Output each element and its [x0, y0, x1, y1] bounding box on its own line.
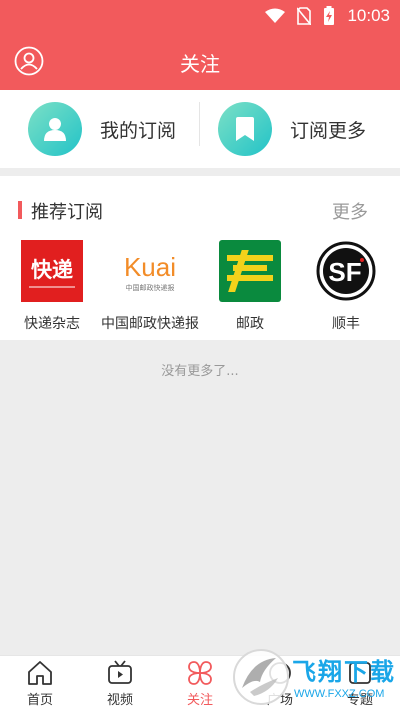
status-time: 10:03 [347, 6, 390, 25]
sf-logo-text: SF [328, 257, 361, 287]
divider [199, 102, 200, 146]
watermark-text: 飞翔下载 [292, 658, 396, 686]
subscription-row: 我的订阅 订阅更多 [0, 90, 400, 168]
home-icon [28, 661, 52, 685]
more-link[interactable]: 更多 [332, 198, 368, 224]
more-subscriptions-button[interactable]: 订阅更多 [218, 102, 366, 156]
china-post-logo[interactable] [219, 240, 281, 302]
bookmark-icon [218, 102, 272, 156]
tab-label: 关注 [186, 693, 213, 708]
section-marker [18, 201, 22, 219]
header: 关注 [0, 34, 400, 90]
recommended-item-label: 中国邮政快递报 [101, 316, 199, 332]
tab-follow[interactable]: 关注 [160, 656, 240, 711]
status-bar: 10:03 [0, 0, 400, 34]
my-subscriptions-button[interactable]: 我的订阅 [28, 102, 176, 156]
watermark-logo [233, 649, 289, 705]
kuai-logo-subtext: 中国邮政快递报 [126, 283, 175, 292]
page-title: 关注 [180, 52, 220, 76]
tab-home[interactable]: 首页 [0, 656, 80, 711]
wifi-icon [265, 8, 286, 23]
battery-charging-icon [324, 6, 335, 25]
tab-video[interactable]: 视频 [80, 656, 160, 711]
kuai-logo[interactable]: Kuai 中国邮政快递报 [119, 240, 181, 302]
watermark: 飞翔下载 WWW.FXXZ.COM [232, 648, 400, 711]
recommended-item-label: 邮政 [236, 316, 264, 332]
person-icon [28, 102, 82, 156]
no-sim-icon [297, 7, 312, 25]
kuai-logo-text: Kuai [124, 252, 176, 282]
recommended-section: 推荐订阅 更多 快递 快递杂志 Kuai 中国邮政快递报 中国邮政快递报 邮政 [0, 176, 400, 340]
tv-icon [108, 660, 132, 684]
sf-express-logo[interactable]: SF [315, 240, 377, 302]
clover-icon [188, 661, 212, 685]
my-subscriptions-label: 我的订阅 [100, 119, 177, 142]
tab-label: 首页 [26, 693, 53, 708]
tab-label: 视频 [106, 693, 133, 708]
section-title: 推荐订阅 [31, 202, 103, 223]
watermark-url: WWW.FXXZ.COM [294, 688, 385, 700]
recommended-item-label: 快递杂志 [24, 316, 80, 332]
end-of-list-text: 没有更多了... [161, 364, 239, 379]
kuaidi-logo-text: 快递 [31, 258, 73, 282]
recommended-item-label: 顺丰 [332, 316, 360, 332]
kuaidi-magazine-logo[interactable]: 快递 [21, 240, 83, 302]
more-subscriptions-label: 订阅更多 [290, 119, 367, 142]
